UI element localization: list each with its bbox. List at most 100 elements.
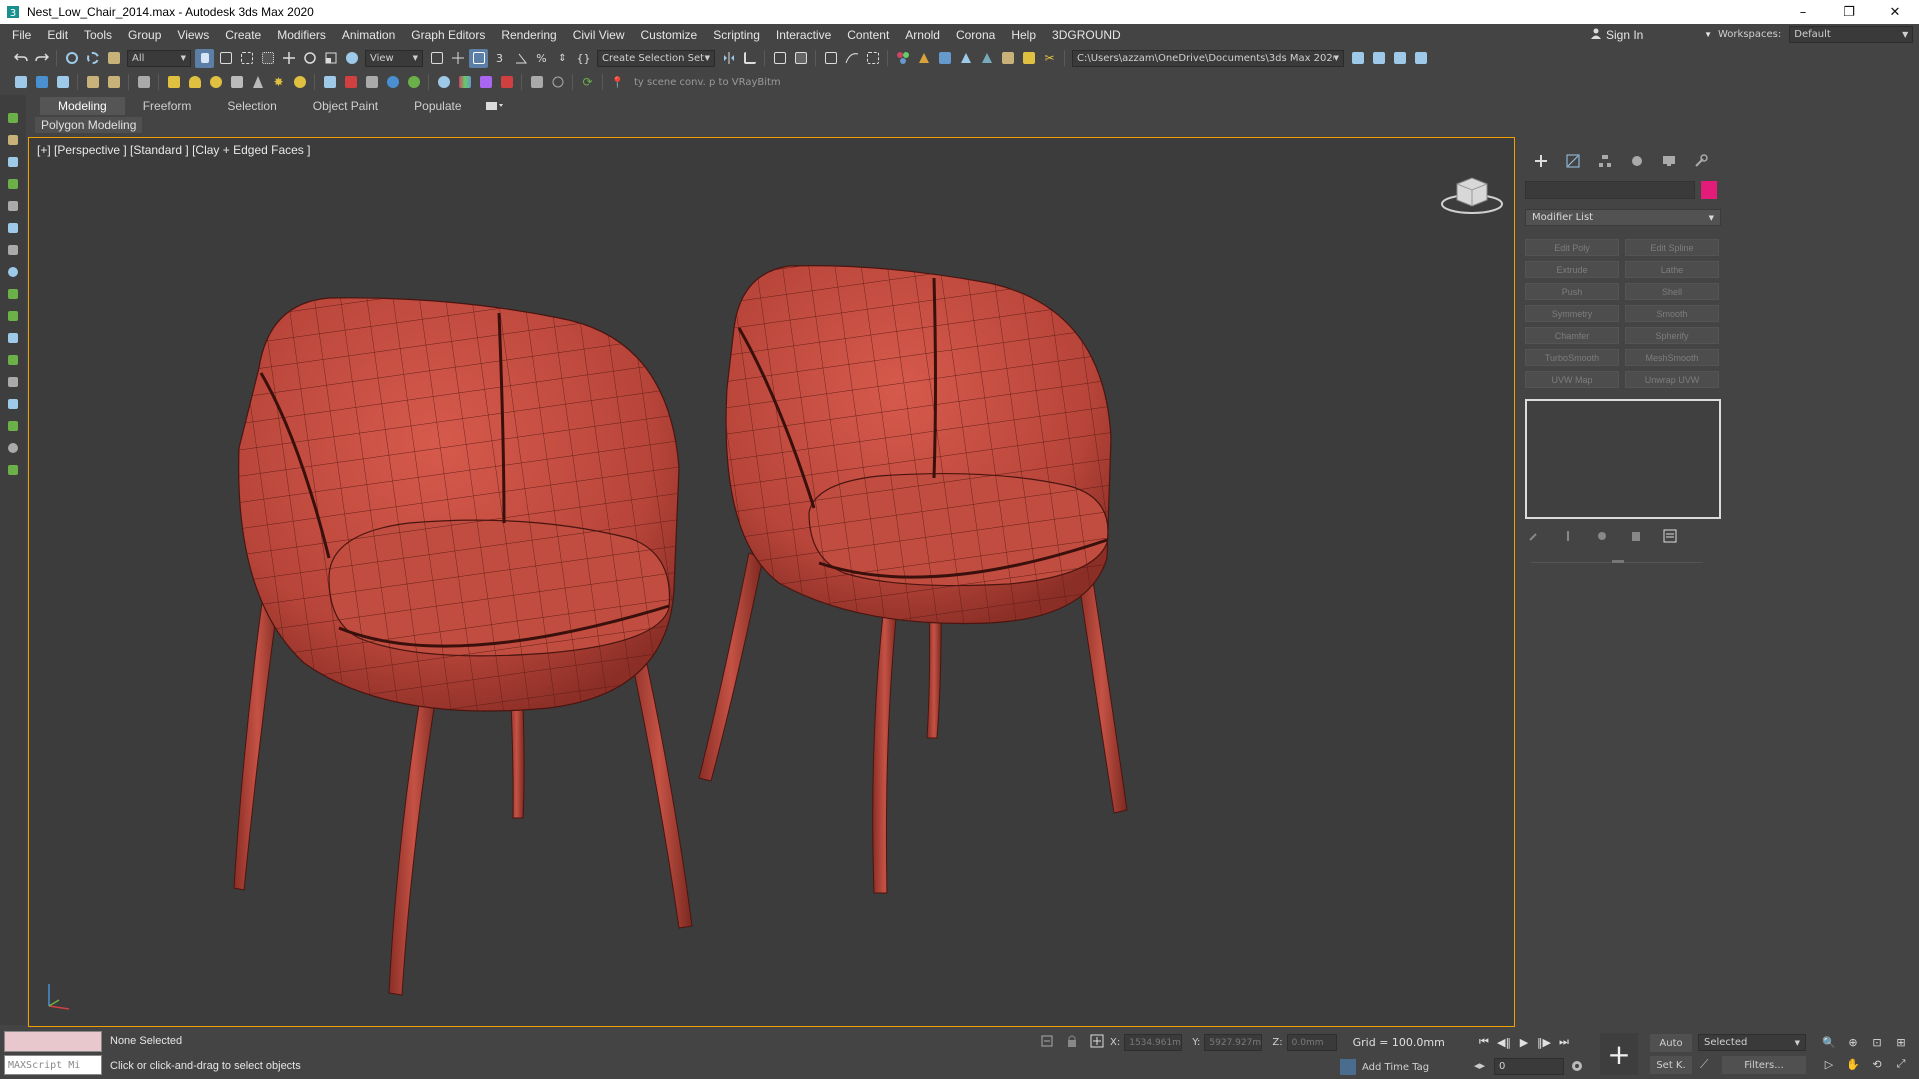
save-icon[interactable] <box>53 73 72 92</box>
previous-frame-icon[interactable]: ◀‖ <box>1494 1033 1514 1051</box>
chair-model-right[interactable] <box>698 265 1128 894</box>
resize-grip[interactable] <box>1612 560 1624 563</box>
menu-help[interactable]: Help <box>1003 28 1044 42</box>
render-setup-alt-icon[interactable] <box>1019 49 1038 68</box>
percent-snap-icon[interactable]: % <box>532 49 551 68</box>
utilities-tab-wrench-icon[interactable] <box>1685 150 1717 172</box>
plane-primitive-icon[interactable] <box>164 73 183 92</box>
modify-tab-icon[interactable] <box>1557 150 1589 172</box>
menu-modifiers[interactable]: Modifiers <box>269 28 334 42</box>
menu-group[interactable]: Group <box>120 28 169 42</box>
sign-in-dropdown[interactable]: Sign In ▼ <box>1590 25 1712 44</box>
selection-filter-dropdown[interactable]: All ▼ <box>127 49 191 67</box>
key-filter-icon[interactable]: ⟋ <box>1700 1057 1708 1072</box>
sphere-primitive-icon[interactable] <box>206 73 225 92</box>
y-coordinate-field[interactable]: 5927.927m <box>1204 1034 1263 1051</box>
inset-icon[interactable] <box>8 355 18 365</box>
time-configuration-gear-icon[interactable] <box>1570 1059 1584 1076</box>
push-button[interactable]: Push <box>1525 283 1619 300</box>
select-by-name-icon[interactable] <box>216 49 235 68</box>
ribbon-toggle-icon[interactable] <box>821 49 840 68</box>
scene-converter-icon[interactable] <box>11 73 30 92</box>
move-icon[interactable] <box>279 49 298 68</box>
configure-modifier-sets-icon[interactable] <box>1661 528 1679 544</box>
zoom-icon[interactable]: 🔍 <box>1820 1034 1838 1050</box>
vfb-icon[interactable] <box>497 73 516 92</box>
polygon-modeling-panel[interactable]: Polygon Modeling <box>35 117 143 133</box>
show-end-result-icon[interactable] <box>1559 528 1577 544</box>
shrink-icon[interactable] <box>8 289 18 299</box>
hair-icon[interactable] <box>320 73 339 92</box>
lock-icon[interactable] <box>1066 1034 1078 1051</box>
rotate-icon[interactable] <box>300 49 319 68</box>
auto-key-button[interactable]: Auto <box>1650 1034 1692 1052</box>
edit-spline-button[interactable]: Edit Spline <box>1625 239 1719 256</box>
menu-tools[interactable]: Tools <box>76 28 120 42</box>
named-selection-set-dropdown[interactable]: Create Selection Set ▼ <box>597 49 715 67</box>
menu-arnold[interactable]: Arnold <box>897 28 948 42</box>
create-tab-plus-icon[interactable] <box>1525 150 1557 172</box>
weld-icon[interactable] <box>8 399 18 409</box>
unlink-icon[interactable] <box>83 49 102 68</box>
redo-icon[interactable] <box>32 49 51 68</box>
create-project-icon[interactable] <box>1369 49 1388 68</box>
object-name-field[interactable] <box>1525 181 1695 199</box>
z-coordinate-field[interactable]: 0.0mm <box>1286 1034 1337 1051</box>
reference-coordinate-dropdown[interactable]: View ▼ <box>365 49 423 67</box>
select-tool-icon[interactable] <box>8 135 18 145</box>
bind-spacewarp-icon[interactable] <box>104 49 123 68</box>
edit-geometry-icon[interactable] <box>8 179 18 189</box>
render-setup-icon[interactable] <box>914 49 933 68</box>
chair-model-left[interactable] <box>233 297 693 996</box>
maxscript-listener-output[interactable] <box>4 1031 102 1052</box>
key-mode-dropdown[interactable]: Selected ▼ <box>1698 1034 1806 1051</box>
time-configuration-icon[interactable]: ◂▸ <box>1474 1059 1485 1072</box>
pin-stack-icon[interactable] <box>1525 528 1543 544</box>
layer-manager-icon[interactable] <box>104 73 123 92</box>
remove-modifier-icon[interactable] <box>1627 528 1645 544</box>
viewcube-icon[interactable] <box>1437 166 1507 216</box>
menu-content[interactable]: Content <box>839 28 897 42</box>
sun-icon[interactable] <box>290 73 309 92</box>
menu-scripting[interactable]: Scripting <box>705 28 768 42</box>
refresh-icon[interactable]: ⟳ <box>578 73 597 92</box>
rendered-frame-window-icon[interactable] <box>935 49 954 68</box>
menu-animation[interactable]: Animation <box>334 28 403 42</box>
shell-button[interactable]: Shell <box>1625 283 1719 300</box>
menu-rendering[interactable]: Rendering <box>493 28 564 42</box>
turbosmooth-button[interactable]: TurboSmooth <box>1525 349 1619 366</box>
workspaces-dropdown[interactable]: Default ▼ <box>1789 26 1914 43</box>
menu-3dground[interactable]: 3DGROUND <box>1044 28 1129 42</box>
pan-hand-icon[interactable]: ✋ <box>1844 1056 1862 1072</box>
menu-corona[interactable]: Corona <box>948 28 1003 42</box>
tab-selection[interactable]: Selection <box>209 97 294 115</box>
x-coordinate-field[interactable]: 1534.961m <box>1124 1034 1183 1051</box>
pivot-center-icon[interactable] <box>427 49 446 68</box>
set-key-button[interactable]: Set K. <box>1650 1056 1692 1074</box>
display-tab-icon[interactable] <box>1653 150 1685 172</box>
relax-icon[interactable] <box>8 443 18 453</box>
select-manipulate-icon[interactable] <box>448 49 467 68</box>
make-unique-icon[interactable] <box>1593 528 1611 544</box>
project-folder-dropdown[interactable]: C:\Users\azzam\OneDrive\Documents\3ds Ma… <box>1072 49 1344 67</box>
sphere-fade-icon[interactable] <box>383 73 402 92</box>
light-icon[interactable]: ✸ <box>269 73 288 92</box>
cylinder-primitive-icon[interactable] <box>185 73 204 92</box>
create-object-icon[interactable] <box>8 113 18 123</box>
symmetry-button[interactable]: Symmetry <box>1525 305 1619 322</box>
bevel-icon[interactable] <box>8 333 18 343</box>
menu-views[interactable]: Views <box>169 28 217 42</box>
menu-interactive[interactable]: Interactive <box>768 28 839 42</box>
teapot-primitive-icon[interactable] <box>227 73 246 92</box>
pin-icon[interactable]: 📍 <box>608 73 627 92</box>
object-properties-icon[interactable] <box>83 73 102 92</box>
app-icon[interactable]: 3 <box>5 4 21 20</box>
extrude-icon[interactable] <box>8 311 18 321</box>
menu-edit[interactable]: Edit <box>39 28 76 42</box>
unwrap-uvw-button[interactable]: Unwrap UVW <box>1625 371 1719 388</box>
zoom-all-icon[interactable]: ⊕ <box>1844 1034 1862 1050</box>
snaps-toggle-icon[interactable]: 3 <box>490 49 509 68</box>
undo-icon[interactable] <box>11 49 30 68</box>
menu-civil-view[interactable]: Civil View <box>565 28 633 42</box>
ribbon-options-icon[interactable] <box>480 97 510 115</box>
